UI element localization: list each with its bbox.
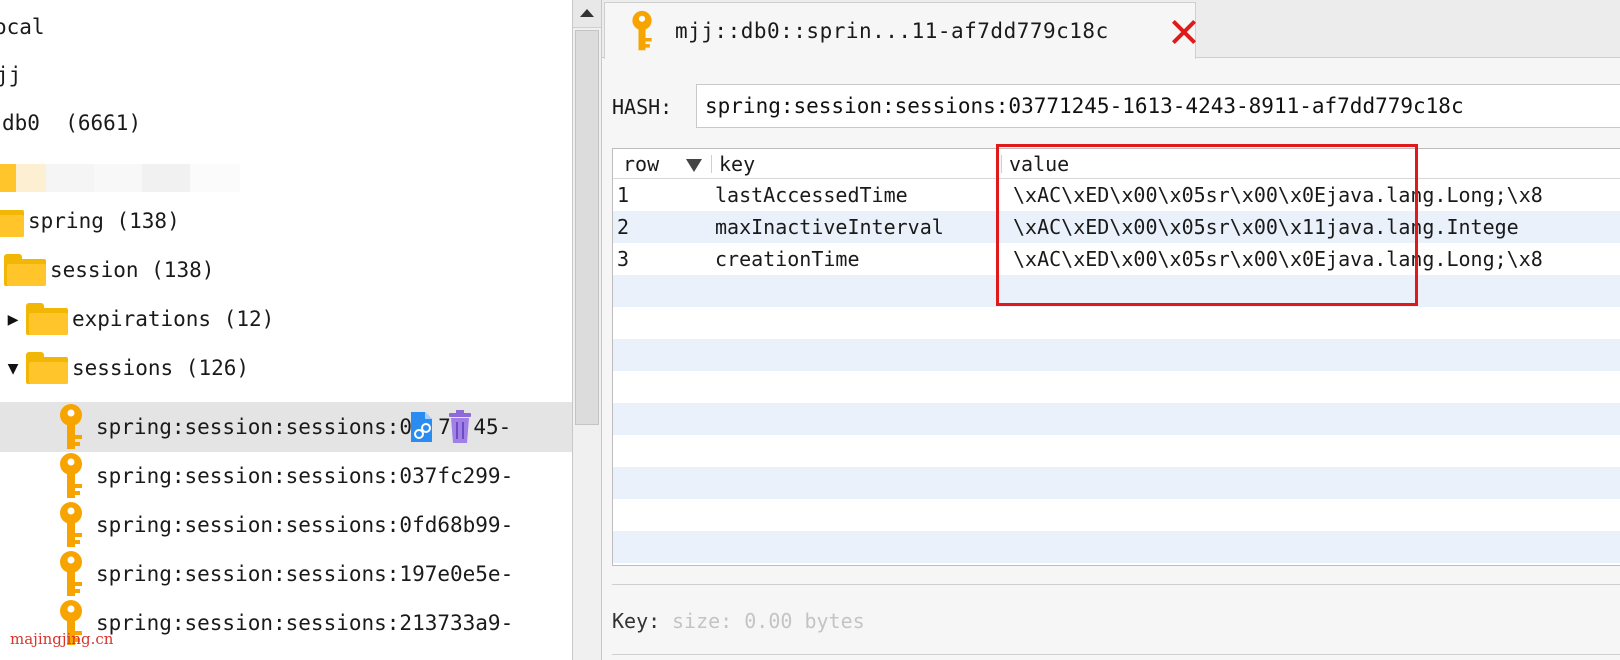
tree-item-count: (138) xyxy=(103,209,180,233)
tree-key-label: spring:session:sessions:197e0e5e- xyxy=(96,562,514,586)
tree-key-item-selected[interactable]: spring:session:sessions:0 71 45- xyxy=(0,402,572,452)
copy-link-icon[interactable] xyxy=(408,410,438,444)
table-row[interactable]: 2 maxInactiveInterval \xAC\xED\x00\x05sr… xyxy=(613,211,1620,243)
key-icon xyxy=(60,502,82,547)
hash-key-input[interactable] xyxy=(696,84,1620,128)
divider xyxy=(612,654,1620,655)
hash-label: HASH: xyxy=(612,95,673,119)
cell-key: lastAccessedTime xyxy=(715,183,908,207)
table-row[interactable]: 3 creationTime \xAC\xED\x00\x05sr\x00\x0… xyxy=(613,243,1620,275)
column-header-row[interactable]: row xyxy=(623,149,659,179)
obscured-region xyxy=(0,164,240,192)
empty-row xyxy=(613,307,1620,339)
empty-row xyxy=(613,435,1620,467)
tree-key-item[interactable]: spring:session:sessions:197e0e5e- xyxy=(0,549,572,599)
empty-row xyxy=(613,339,1620,371)
cell-key: creationTime xyxy=(715,247,860,271)
key-icon xyxy=(60,453,82,498)
tree-item-count: (12) xyxy=(211,307,275,331)
tree-key-label: spring:session:sessions:213733a9- xyxy=(96,611,514,635)
folder-icon xyxy=(26,352,68,384)
empty-row xyxy=(613,531,1620,563)
scroll-thumb[interactable] xyxy=(575,30,599,425)
sort-desc-icon[interactable] xyxy=(686,159,702,172)
hash-fields-table: row key value 1 lastAccessedTime \xAC\xE… xyxy=(612,148,1620,566)
tab-title: mjj::db0::sprin...11-af7dd779c18c xyxy=(675,19,1109,43)
cell-row: 2 xyxy=(617,215,630,239)
scroll-up-button[interactable] xyxy=(573,0,601,28)
tree-key-label: spring:session:sessions:0fd68b99- xyxy=(96,513,514,537)
watermark: majingjing.cn xyxy=(10,630,114,648)
divider xyxy=(612,584,1620,585)
column-divider[interactable] xyxy=(711,155,712,173)
tree-item-label: session xyxy=(50,258,139,282)
close-icon[interactable] xyxy=(1171,19,1197,45)
trash-icon[interactable] xyxy=(447,410,473,444)
tree-item-db0[interactable]: db0 (6661) xyxy=(0,98,572,148)
empty-row xyxy=(613,467,1620,499)
tree-item-label: spring xyxy=(28,209,104,233)
folder-icon xyxy=(0,205,24,237)
column-header-key[interactable]: key xyxy=(719,149,755,179)
cell-value: \xAC\xED\x00\x05sr\x00\x0Ejava.lang.Long… xyxy=(1013,247,1543,271)
key-label: Key: xyxy=(612,609,661,633)
cell-key: maxInactiveInterval xyxy=(715,215,944,239)
collapse-arrow-icon[interactable]: ▼ xyxy=(2,358,24,379)
key-size-text: size: 0.00 bytes xyxy=(672,609,865,633)
cell-row: 3 xyxy=(617,247,630,271)
tree-item-count: (6661) xyxy=(39,111,142,135)
key-icon xyxy=(60,404,82,449)
empty-row xyxy=(613,403,1620,435)
tree-item-label: jj xyxy=(0,63,22,87)
column-header-value[interactable]: value xyxy=(1009,149,1069,179)
empty-row xyxy=(613,371,1620,403)
tree-item-label: sessions xyxy=(72,356,174,380)
tree-item-label: expirations xyxy=(72,307,212,331)
tree-item-count: (126) xyxy=(173,356,250,380)
empty-row xyxy=(613,275,1620,307)
tree-item-connection[interactable]: ocal xyxy=(0,2,572,52)
tree-key-item[interactable]: spring:session:sessions:0fd68b99- xyxy=(0,500,572,550)
tree-scrollbar[interactable] xyxy=(572,0,602,660)
cell-row: 1 xyxy=(617,183,630,207)
folder-icon xyxy=(4,254,46,286)
tree-item-label: db0 xyxy=(2,111,40,135)
tree-item-count: (138) xyxy=(138,258,215,282)
tab-strip: mjj::db0::sprin...11-af7dd779c18c xyxy=(602,0,1620,59)
empty-row xyxy=(613,499,1620,531)
column-divider[interactable] xyxy=(1001,155,1002,173)
tab-key-view[interactable]: mjj::db0::sprin...11-af7dd779c18c xyxy=(604,2,1196,59)
tree-item-expirations[interactable]: ▶ expirations (12) xyxy=(0,294,572,344)
tree-item-label: ocal xyxy=(0,15,45,39)
table-header: row key value xyxy=(613,149,1620,179)
cell-value: \xAC\xED\x00\x05sr\x00\x0Ejava.lang.Long… xyxy=(1013,183,1543,207)
tree-item-spring[interactable]: spring (138) xyxy=(0,196,572,246)
table-row[interactable]: 1 lastAccessedTime \xAC\xED\x00\x05sr\x0… xyxy=(613,179,1620,211)
key-icon xyxy=(632,10,652,51)
cell-value: \xAC\xED\x00\x05sr\x00\x11java.lang.Inte… xyxy=(1013,215,1519,239)
tree-key-label: spring:session:sessions:037fc299- xyxy=(96,464,514,488)
tree-item-session[interactable]: session (138) xyxy=(0,245,572,295)
tree-key-label-tail: 45- xyxy=(473,415,512,439)
key-icon xyxy=(60,551,82,596)
value-editor-panel: mjj::db0::sprin...11-af7dd779c18c HASH: … xyxy=(602,0,1620,660)
tree-item-server[interactable]: jj xyxy=(0,50,572,100)
expand-arrow-icon[interactable]: ▶ xyxy=(2,309,24,330)
key-tree: ocal jj db0 (6661) spring (138) session … xyxy=(0,0,572,660)
tree-item-sessions[interactable]: ▼ sessions (126) xyxy=(0,343,572,393)
folder-icon xyxy=(26,303,68,335)
tree-key-item[interactable]: spring:session:sessions:037fc299- xyxy=(0,451,572,501)
tree-key-label: spring:session:sessions:0 xyxy=(96,415,413,439)
